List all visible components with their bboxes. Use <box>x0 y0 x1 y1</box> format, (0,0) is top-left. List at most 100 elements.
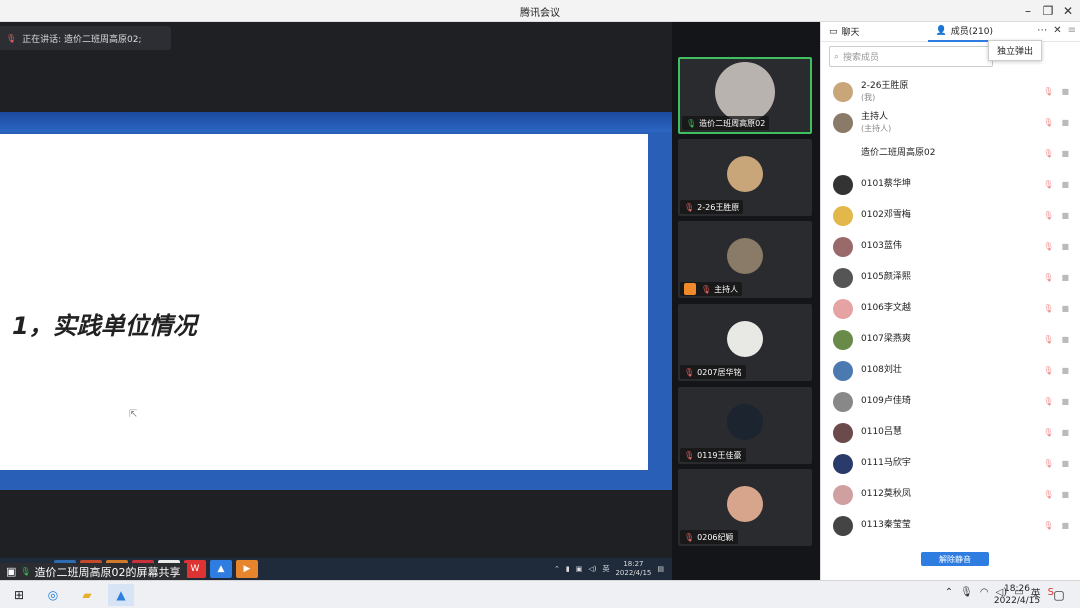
panel-tabs: ▭ 聊天 👤 成员(210) ⋯ ✕ ≡ <box>821 22 1080 42</box>
camera-off-icon[interactable]: ■ <box>1061 211 1069 220</box>
mouse-cursor-icon: ⇱ <box>129 409 138 420</box>
menu-icon[interactable]: ≡ <box>1068 25 1076 36</box>
camera-off-icon[interactable]: ■ <box>1061 180 1069 189</box>
member-row[interactable]: 0109卢佳琦 🎙 ■ <box>821 386 1079 417</box>
unmute-button[interactable]: 解除静音 <box>921 552 989 566</box>
camera-off-icon[interactable]: ■ <box>1061 335 1069 344</box>
member-row[interactable]: 0103蓝伟 🎙 ■ <box>821 231 1079 262</box>
mic-muted-icon[interactable]: 🎙 <box>1043 211 1053 220</box>
video-tile[interactable]: 🎙 2-26王胜原 <box>678 139 812 216</box>
member-status-icons: 🎙 ■ <box>1043 459 1069 468</box>
tab-chat[interactable]: ▭ 聊天 <box>821 22 868 42</box>
mic-muted-icon[interactable]: 🎙 <box>1043 242 1053 251</box>
member-list: 2-26王胜原 (我) 🎙 ■ 主持人 (主持人) 🎙 ■ 造价二班周高原02 🎙 ■ 0101蔡华坤… <box>821 76 1079 541</box>
member-text: 0105颜泽熙 <box>861 272 911 283</box>
member-row[interactable]: 2-26王胜原 (我) 🎙 ■ <box>821 76 1079 107</box>
remote-clock-date: 2022/4/15 <box>615 569 652 577</box>
mic-muted-icon[interactable]: 🎙 <box>1043 273 1053 282</box>
mic-muted-icon[interactable]: 🎙 <box>1043 118 1053 127</box>
system-taskbar: ⊞ ◎ ▰ ▲ ⌃ 🎙 ◠ ◁) ▭ 英 S 18:26 2022/4/15 ▢ <box>0 580 1080 608</box>
mic-muted-icon[interactable]: 🎙 <box>1043 397 1053 406</box>
camera-off-icon[interactable]: ■ <box>1061 273 1069 282</box>
member-row[interactable]: 0106李文越 🎙 ■ <box>821 293 1079 324</box>
video-tile[interactable]: 🎙 0207居华铭 <box>678 304 812 381</box>
member-status-icons: 🎙 ■ <box>1043 366 1069 375</box>
mic-muted-icon[interactable]: 🎙 <box>1043 304 1053 313</box>
file-explorer-icon[interactable]: ▰ <box>74 584 100 606</box>
mic-muted-icon[interactable]: 🎙 <box>1043 366 1053 375</box>
avatar <box>833 143 853 164</box>
member-row[interactable]: 0105颜泽熙 🎙 ■ <box>821 262 1079 293</box>
member-text: 0109卢佳琦 <box>861 396 911 407</box>
tray-arrow-icon[interactable]: ⌃ <box>945 587 953 598</box>
mic-muted-icon[interactable]: 🎙 <box>1043 87 1053 96</box>
camera-off-icon[interactable]: ■ <box>1061 304 1069 313</box>
member-row[interactable]: 0111马欣宇 🎙 ■ <box>821 448 1079 479</box>
avatar <box>833 360 853 381</box>
member-status-icons: 🎙 ■ <box>1043 273 1069 282</box>
camera-off-icon[interactable]: ■ <box>1061 397 1069 406</box>
member-row[interactable]: 0101蔡华坤 🎙 ■ <box>821 169 1079 200</box>
member-text: 0113秦莹莹 <box>861 520 911 531</box>
member-search-input[interactable]: ⌕ 搜索成员 <box>829 46 993 67</box>
camera-off-icon[interactable]: ■ <box>1061 459 1069 468</box>
camera-off-icon[interactable]: ■ <box>1061 149 1069 158</box>
minimize-icon[interactable]: – <box>1018 2 1038 20</box>
member-text: 2-26王胜原 (我) <box>861 81 908 103</box>
video-tile[interactable]: 🎙 主持人 <box>678 221 812 298</box>
mic-on-icon: 🎙 <box>20 567 31 576</box>
avatar <box>833 112 853 133</box>
screen-share-area: 🎙 正在讲话: 造价二班周高原02; 1，实践单位情况 ⇱ ⊞ ▭ ✉ O ◍ … <box>0 22 672 580</box>
video-tile[interactable]: 🎙 0119王佳豪 <box>678 387 812 464</box>
camera-off-icon[interactable]: ■ <box>1061 428 1069 437</box>
mic-muted-icon[interactable]: 🎙 <box>1043 428 1053 437</box>
camera-off-icon[interactable]: ■ <box>1061 87 1069 96</box>
member-row[interactable]: 0112莫秋凤 🎙 ■ <box>821 479 1079 510</box>
member-text: 0110吕慧 <box>861 427 902 438</box>
mic-muted-icon[interactable]: 🎙 <box>1043 180 1053 189</box>
tile-name: 0119王佳豪 <box>697 450 742 460</box>
tab-members[interactable]: 👤 成员(210) <box>927 22 1001 42</box>
system-clock[interactable]: 18:26 2022/4/15 <box>990 583 1044 607</box>
notification-icon[interactable]: ▢ <box>1046 584 1072 606</box>
member-row[interactable]: 0113秦莹莹 🎙 ■ <box>821 510 1079 541</box>
member-row[interactable]: 0102邓雪梅 🎙 ■ <box>821 200 1079 231</box>
wifi-icon[interactable]: ◠ <box>980 587 989 598</box>
mic-muted-icon[interactable]: 🎙 <box>1043 490 1053 499</box>
member-name: 0108刘壮 <box>861 365 902 375</box>
member-name: 主持人 <box>861 111 889 122</box>
camera-off-icon[interactable]: ■ <box>1061 242 1069 251</box>
member-status-icons: 🎙 ■ <box>1043 242 1069 251</box>
mic-muted-icon[interactable]: 🎙 <box>1043 459 1053 468</box>
slide-canvas: 1，实践单位情况 ⇱ <box>0 134 648 470</box>
member-name: 造价二班周高原02 <box>861 148 936 158</box>
member-row[interactable]: 0107梁燕爽 🎙 ■ <box>821 324 1079 355</box>
tile-name-badge: 🎙 2-26王胜原 <box>680 200 744 214</box>
camera-off-icon[interactable]: ■ <box>1061 521 1069 530</box>
video-tile[interactable]: 🎙 造价二班周高原02 <box>678 57 812 134</box>
member-name: 0103蓝伟 <box>861 241 902 251</box>
panel-close-icon[interactable]: ✕ <box>1053 25 1061 36</box>
edge-browser-icon[interactable]: ◎ <box>40 584 66 606</box>
close-icon[interactable]: ✕ <box>1058 2 1078 20</box>
member-text: 0103蓝伟 <box>861 241 902 252</box>
popout-tooltip[interactable]: 独立弹出 <box>988 40 1043 61</box>
tencent-meeting-taskbar-icon[interactable]: ▲ <box>108 584 134 606</box>
mic-tray-icon[interactable]: 🎙 <box>960 587 973 598</box>
video-tile[interactable]: 🎙 0206纪颖 <box>678 469 812 546</box>
camera-off-icon[interactable]: ■ <box>1061 490 1069 499</box>
camera-off-icon[interactable]: ■ <box>1061 118 1069 127</box>
member-row[interactable]: 0108刘壮 🎙 ■ <box>821 355 1079 386</box>
shared-slide-area: 1，实践单位情况 ⇱ ⊞ ▭ ✉ O ◍ ◉ ✎ W ▲ ▶ ⌃ ▮ ▣ ◁) … <box>0 112 672 580</box>
mic-muted-icon[interactable]: 🎙 <box>1043 335 1053 344</box>
more-icon[interactable]: ⋯ <box>1037 25 1047 36</box>
member-row[interactable]: 0110吕慧 🎙 ■ <box>821 417 1079 448</box>
mic-muted-icon[interactable]: 🎙 <box>1043 149 1053 158</box>
windows-start-icon[interactable]: ⊞ <box>6 584 32 606</box>
mic-muted-icon[interactable]: 🎙 <box>1043 521 1053 530</box>
member-row[interactable]: 主持人 (主持人) 🎙 ■ <box>821 107 1079 138</box>
tile-name: 造价二班周高原02 <box>699 118 766 128</box>
camera-off-icon[interactable]: ■ <box>1061 366 1069 375</box>
member-row[interactable]: 造价二班周高原02 🎙 ■ <box>821 138 1079 169</box>
restore-icon[interactable]: ❐ <box>1038 2 1058 20</box>
